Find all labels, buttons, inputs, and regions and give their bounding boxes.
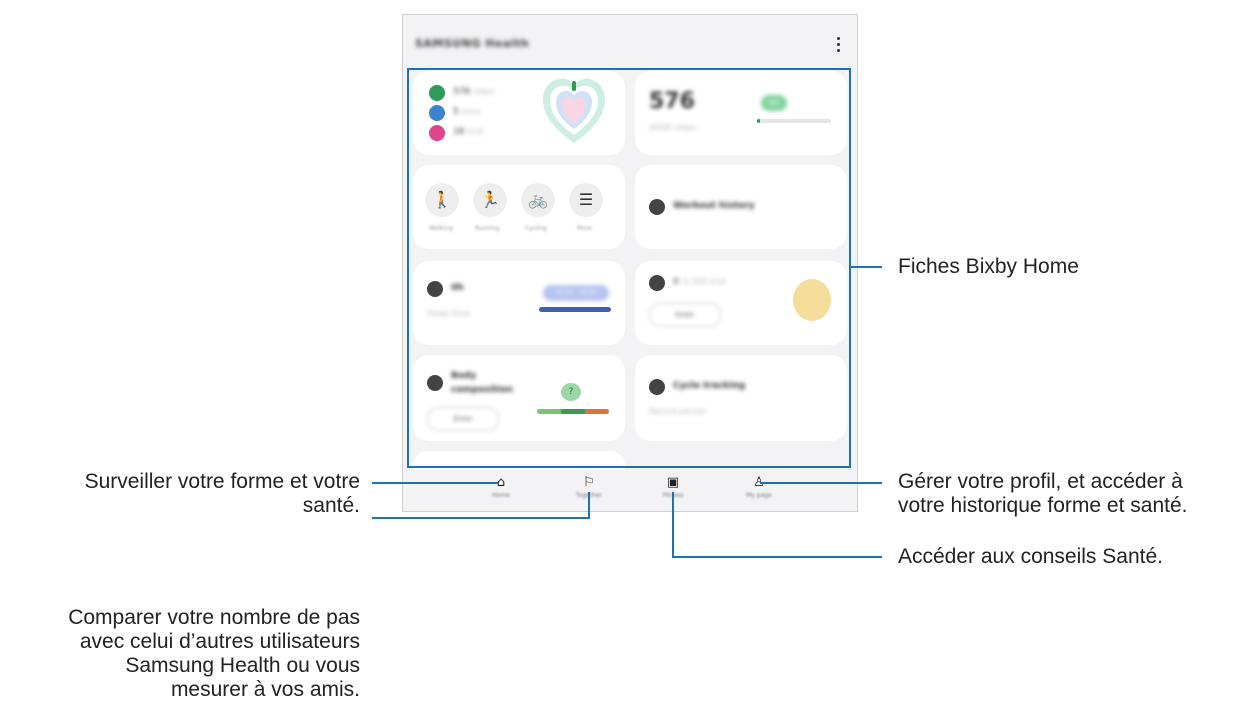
callout-profile-line1: Gérer votre profil, et accéder à <box>898 470 1183 493</box>
callout-line-profile <box>760 482 882 484</box>
callout-profile: Gérer votre profil, et accéder à votre h… <box>898 470 1187 518</box>
callout-line-home <box>372 482 498 484</box>
bottom-nav: ⌂ Home ⚐ Together ▣ Fitness ♙ My page <box>403 470 857 511</box>
phone-screen: SAMSUNG Health 576 steps 5 mins 16 kcal … <box>402 14 858 512</box>
nav-my-page-label: My page <box>746 492 772 499</box>
nav-home-label: Home <box>492 492 510 499</box>
callout-together-line1: Comparer votre nombre de pas <box>68 606 360 629</box>
callout-line-together-h <box>372 517 590 519</box>
callout-together-line3: Samsung Health ou vous <box>125 654 360 677</box>
callout-home-line1: Surveiller votre forme et votre <box>84 470 360 493</box>
fitness-icon: ▣ <box>666 475 680 490</box>
kebab-menu-icon[interactable] <box>837 37 841 55</box>
nav-home[interactable]: ⌂ Home <box>471 476 531 500</box>
callout-home-line2: santé. <box>302 494 360 517</box>
callout-together-line2: avec celui d’autres utilisateurs <box>79 630 360 653</box>
callout-together: Comparer votre nombre de pas avec celui … <box>0 606 360 702</box>
app-header: SAMSUNG Health <box>403 15 857 71</box>
callout-line-fitness-h <box>672 556 882 558</box>
callout-profile-line2: votre historique forme et santé. <box>898 494 1188 517</box>
callout-line-cards <box>850 266 882 268</box>
app-title: SAMSUNG Health <box>415 37 530 50</box>
callout-line-together-v <box>588 492 590 519</box>
bixby-cards-highlight <box>407 68 851 468</box>
flag-icon: ⚐ <box>583 475 595 490</box>
callout-cards: Fiches Bixby Home <box>898 255 1079 278</box>
callout-together-line4: mesurer à vos amis. <box>170 678 360 701</box>
callout-home: Surveiller votre forme et votre santé. <box>0 470 360 518</box>
nav-my-page[interactable]: ♙ My page <box>729 476 789 500</box>
callout-line-fitness-v <box>672 492 674 558</box>
callout-fitness: Accéder aux conseils Santé. <box>898 545 1163 568</box>
